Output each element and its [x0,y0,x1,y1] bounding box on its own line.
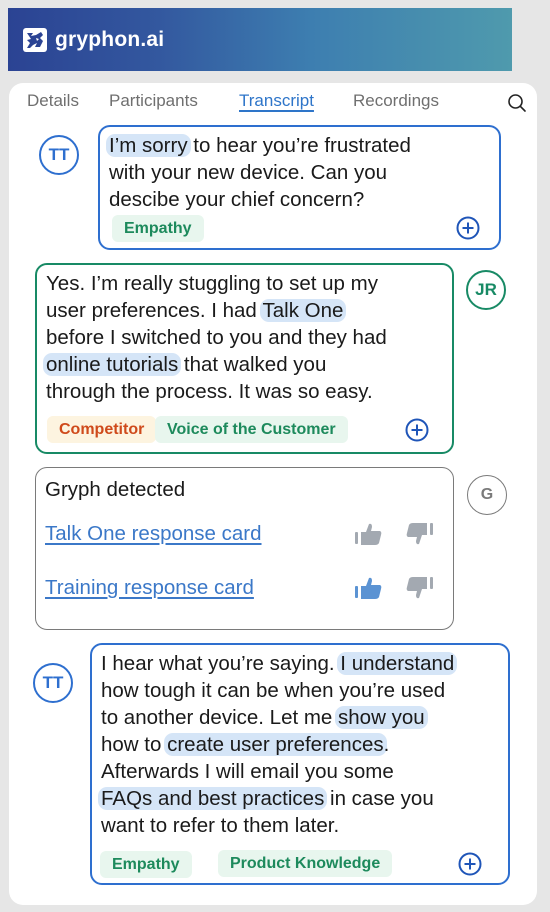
message-bubble: I hear what you’re saying. I understand h… [90,643,510,885]
avatar-gryph: G [467,475,507,515]
message-bubble: I’m sorry to hear you’re frustrated with … [98,125,501,250]
text-segment: descibe your chief concern? [109,188,365,211]
highlighted-phrase[interactable]: show you [335,706,428,729]
text-segment: want to refer to them later. [101,814,340,837]
tab-recordings[interactable]: Recordings [353,91,439,111]
text-segment: user preferences. I had [46,299,263,322]
text-segment: Yes. I’m really stuggling to set up my [46,272,378,295]
highlighted-phrase[interactable]: online tutorials [43,353,182,376]
highlighted-phrase[interactable]: I’m sorry [106,134,191,157]
message-line: before I switched to you and they had [46,324,387,351]
thumbs-down-icon[interactable] [404,521,434,547]
text-segment: that walked you [178,353,327,376]
message-text: Yes. I’m really stuggling to set up my us… [43,270,387,405]
text-segment: . [383,733,390,756]
thumbs-up-icon-active[interactable] [354,575,384,601]
tag-product-knowledge[interactable]: Product Knowledge [218,850,393,877]
avatar-agent: TT [39,135,79,175]
message-line: how tough it can be when you’re used [101,677,454,704]
text-segment: to hear you’re frustrated [187,134,411,157]
brand-name: gryphon.ai [55,27,165,51]
text-segment: to another device. Let me [101,706,339,729]
gryph-title: Gryph detected [45,478,186,501]
thumbs-up-icon[interactable] [354,521,384,547]
text-segment: in case you [324,787,434,810]
text-segment: with your new device. Can you [109,161,388,184]
text-segment: through the process. It was so easy. [46,380,373,403]
message-line: how to create user preferences. [101,731,454,758]
message-line: FAQs and best practices in case you [98,785,454,812]
training-response-card-link[interactable]: Training response card [45,574,254,601]
message-line: online tutorials that walked you [43,351,387,378]
talk-one-response-card-link[interactable]: Talk One response card [45,520,262,547]
tag-empathy[interactable]: Empathy [112,215,204,242]
text-segment: I hear what you’re saying. [101,652,341,675]
tag-voice-of-customer[interactable]: Voice of the Customer [155,416,348,443]
add-tag-icon[interactable] [458,852,482,876]
tab-bar: Details Participants Transcript Recordin… [9,83,537,123]
app-header: gryphon.ai [8,8,512,71]
message-line: through the process. It was so easy. [46,378,387,405]
highlighted-phrase[interactable]: Talk One [259,299,347,322]
tab-details[interactable]: Details [27,91,79,111]
transcript-panel: Details Participants Transcript Recordin… [9,83,537,905]
text-segment: how tough it can be when you’re used [101,679,446,702]
message-line: I’m sorry to hear you’re frustrated [106,132,411,159]
tab-transcript[interactable]: Transcript [239,91,314,111]
gryphon-logo-icon [22,27,48,53]
text-segment: how to [101,733,168,756]
search-icon[interactable] [507,93,527,113]
tab-participants[interactable]: Participants [109,91,198,111]
text-segment: Afterwards I will email you some [101,760,394,783]
highlighted-phrase[interactable]: FAQs and best practices [98,787,328,810]
tag-empathy[interactable]: Empathy [100,851,192,878]
tag-competitor[interactable]: Competitor [47,416,157,443]
message-line: want to refer to them later. [101,812,454,839]
message-line: with your new device. Can you [109,159,411,186]
avatar-customer: JR [466,270,506,310]
message-line: Afterwards I will email you some [101,758,454,785]
add-tag-icon[interactable] [456,216,480,240]
message-text: I’m sorry to hear you’re frustrated with … [106,132,411,213]
message-line: Yes. I’m really stuggling to set up my [46,270,387,297]
message-line: I hear what you’re saying. I understand [101,650,458,677]
message-text: I hear what you’re saying. I understand h… [98,650,458,839]
text-segment: before I switched to you and they had [46,326,387,349]
message-line: user preferences. I had Talk One [46,297,387,324]
message-line: descibe your chief concern? [109,186,411,213]
highlighted-phrase[interactable]: create user preferences [164,733,387,756]
highlighted-phrase[interactable]: I understand [337,652,458,675]
add-tag-icon[interactable] [405,418,429,442]
message-bubble: Yes. I’m really stuggling to set up my us… [35,263,454,454]
gryph-detected-card: Gryph detected Talk One response card Tr… [35,467,454,630]
thumbs-down-icon[interactable] [404,575,434,601]
message-line: to another device. Let me show you [101,704,454,731]
avatar-agent: TT [33,663,73,703]
